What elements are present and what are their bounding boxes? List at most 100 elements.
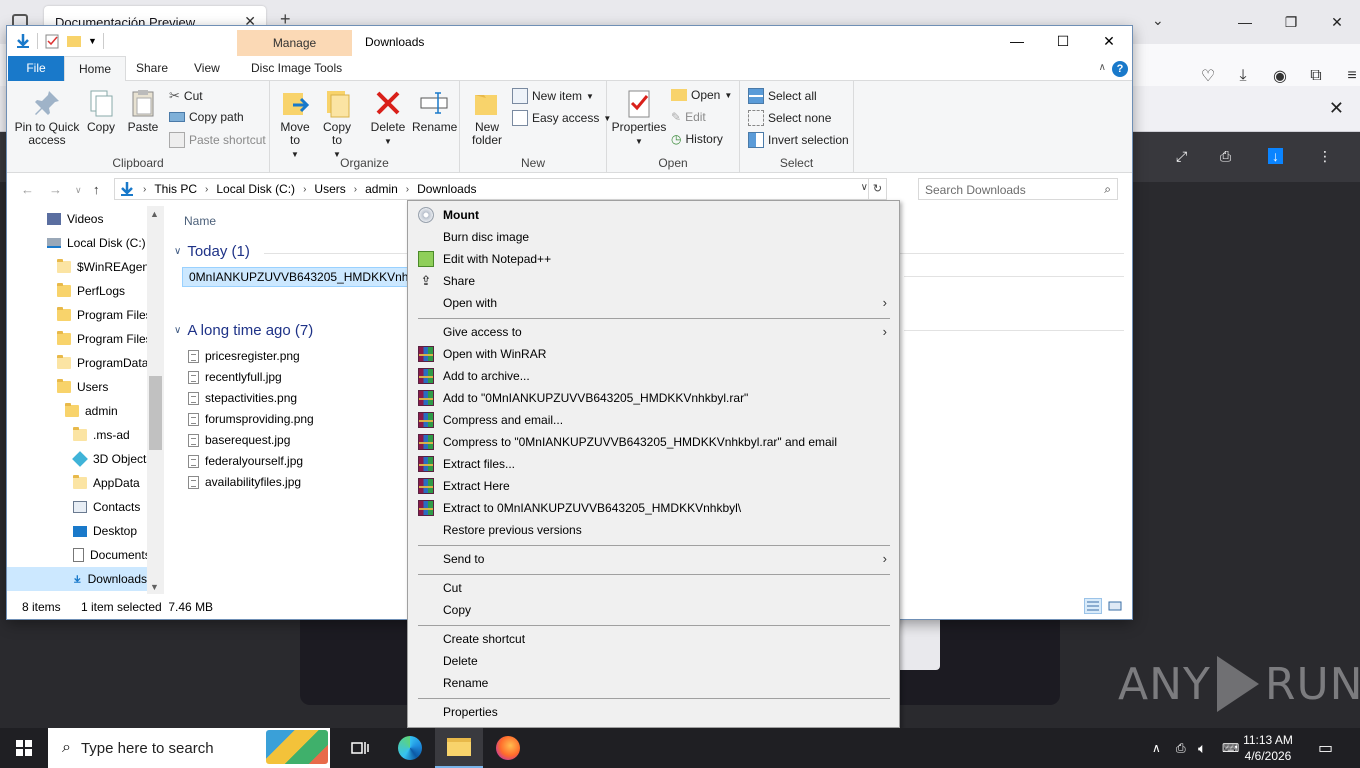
group-header-long-ago[interactable]: ∨ A long time ago (7) (174, 322, 313, 339)
close-icon[interactable]: ✕ (1329, 98, 1344, 119)
table-row[interactable]: recentlyfull.jpg (188, 367, 282, 387)
nav-item-users[interactable]: Users (57, 375, 108, 399)
nav-item-programdata[interactable]: ProgramData (57, 351, 148, 375)
history-button[interactable]: ◷ History (671, 132, 723, 146)
menu-item-compress-email[interactable]: Compress and email... (410, 409, 897, 431)
select-none-button[interactable]: Select none (748, 110, 831, 126)
large-icons-view-button[interactable] (1106, 598, 1124, 614)
paste-shortcut-button[interactable]: Paste shortcut (169, 132, 266, 148)
nav-item-downloads[interactable]: Downloads (7, 567, 147, 591)
help-icon[interactable]: ? (1112, 61, 1128, 77)
breadcrumb-local-disk[interactable]: Local Disk (C:) (216, 182, 295, 196)
column-header-name[interactable]: Name (184, 214, 216, 228)
table-row[interactable]: baserequest.jpg (188, 430, 290, 450)
more-icon[interactable]: ⋮ (1318, 148, 1332, 165)
print-icon[interactable]: ⎙ (1220, 148, 1231, 165)
menu-item-create-shortcut[interactable]: Create shortcut (410, 628, 897, 650)
properties-button[interactable]: Properties ▼ (611, 87, 667, 148)
minimize-button[interactable]: — (1222, 0, 1268, 44)
download-arrow-icon[interactable] (15, 33, 31, 49)
open-button[interactable]: Open ▼ (671, 88, 732, 102)
move-to-button[interactable]: Move to ▼ (278, 87, 312, 161)
menu-item-burn-disc-image[interactable]: Burn disc image (410, 226, 897, 248)
task-view-icon[interactable] (336, 728, 384, 768)
paste-button[interactable]: Paste (125, 87, 161, 134)
table-row[interactable]: stepactivities.png (188, 388, 297, 408)
new-folder-button[interactable]: New folder (468, 87, 506, 147)
breadcrumb-downloads[interactable]: Downloads (417, 182, 476, 196)
rename-button[interactable]: Rename (412, 87, 457, 134)
menu-item-rename[interactable]: Rename (410, 672, 897, 694)
cut-button[interactable]: ✂ Cut (169, 88, 203, 104)
tab-disc-image-tools[interactable]: Disc Image Tools (237, 56, 356, 81)
nav-item-appdata[interactable]: AppData (73, 471, 140, 495)
nav-item-3d-objects[interactable]: 3D Objects (72, 447, 152, 471)
menu-item-add-to-archive[interactable]: Add to archive... (410, 365, 897, 387)
nav-scrollbar[interactable]: ▲ ▼ (147, 206, 164, 594)
volume-icon[interactable]: 🔈︎ (1198, 728, 1206, 768)
nav-item-program-files[interactable]: Program Files (57, 303, 152, 327)
new-folder-icon[interactable] (66, 33, 82, 49)
firefox-icon[interactable] (484, 728, 532, 768)
close-button[interactable]: ✕ (1314, 0, 1360, 44)
menu-item-edit-notepad[interactable]: Edit with Notepad++ (410, 248, 897, 270)
table-row[interactable]: availabilityfiles.jpg (188, 472, 301, 492)
nav-item-contacts[interactable]: Contacts (73, 495, 140, 519)
invert-selection-button[interactable]: Invert selection (748, 132, 849, 148)
pin-to-quick-access-button[interactable]: Pin to Quick access (13, 87, 81, 147)
nav-item-admin[interactable]: admin (65, 399, 118, 423)
start-button[interactable] (0, 728, 48, 768)
table-row-selected[interactable]: 0MnIANKUPZUVVB643205_HMDKKVnhkbyl.iso (182, 267, 422, 287)
menu-item-compress-to-rar-email[interactable]: Compress to "0MnIANKUPZUVVB643205_HMDKKV… (410, 431, 897, 453)
menu-item-share[interactable]: ⇪ Share (410, 270, 897, 292)
menu-item-mount[interactable]: Mount (410, 204, 897, 226)
breadcrumb-users[interactable]: Users (314, 182, 345, 196)
menu-item-cut[interactable]: Cut (410, 577, 897, 599)
notifications-icon[interactable]: ▭ (1318, 728, 1333, 768)
back-icon[interactable]: ← (21, 182, 34, 197)
scroll-down-icon[interactable]: ▼ (150, 582, 159, 592)
forward-icon[interactable]: → (49, 182, 62, 197)
chevron-down-icon[interactable]: ⌄ (1152, 12, 1164, 29)
restore-button[interactable]: ❐ (1268, 0, 1314, 44)
nav-item-videos[interactable]: Videos (47, 207, 103, 231)
up-icon[interactable]: ↑ (93, 182, 100, 197)
menu-item-add-to-rar[interactable]: Add to "0MnIANKUPZUVVB643205_HMDKKVnhkby… (410, 387, 897, 409)
maximize-button[interactable]: ☐ (1040, 26, 1086, 56)
menu-item-restore-versions[interactable]: Restore previous versions (410, 519, 897, 541)
nav-item-perflogs[interactable]: PerfLogs (57, 279, 125, 303)
table-row[interactable]: pricesregister.png (188, 346, 300, 366)
expand-icon[interactable]: ⤢ (1176, 148, 1187, 165)
tab-file[interactable]: File (8, 56, 64, 81)
scroll-up-icon[interactable]: ▲ (150, 209, 159, 219)
tab-share[interactable]: Share (122, 56, 182, 81)
close-button[interactable]: ✕ (1086, 26, 1132, 56)
taskbar-search[interactable]: ⌕ Type here to search (48, 728, 330, 768)
manage-tab[interactable]: Manage (237, 30, 352, 56)
address-bar[interactable]: › This PC › Local Disk (C:) › Users › ad… (114, 178, 887, 200)
menu-item-properties[interactable]: Properties (410, 701, 897, 723)
edit-button[interactable]: ✎ Edit (671, 110, 706, 124)
chevron-up-icon[interactable]: ∧ (1152, 728, 1161, 768)
breadcrumb-this-pc[interactable]: This PC (154, 182, 197, 196)
minimize-button[interactable]: — (994, 26, 1040, 56)
breadcrumb-admin[interactable]: admin (365, 182, 398, 196)
nav-item-ms-ad[interactable]: .ms-ad (73, 423, 130, 447)
chevron-down-icon[interactable]: ∨ (861, 182, 868, 193)
table-row[interactable]: forumsproviding.png (188, 409, 314, 429)
save-icon[interactable]: ↓ (1268, 148, 1283, 164)
network-icon[interactable]: ⎙ (1176, 728, 1186, 768)
clock[interactable]: 11:13 AM 4/6/2026 (1236, 732, 1300, 764)
nav-item-winreagent[interactable]: $WinREAgent (57, 255, 152, 279)
menu-item-extract-files[interactable]: Extract files... (410, 453, 897, 475)
easy-access-button[interactable]: Easy access ▼ (512, 110, 611, 126)
menu-item-extract-here[interactable]: Extract Here (410, 475, 897, 497)
menu-item-open-winrar[interactable]: Open with WinRAR (410, 343, 897, 365)
select-all-button[interactable]: Select all (748, 88, 817, 104)
group-header-today[interactable]: ∨ Today (1) (174, 243, 250, 260)
search-input[interactable]: Search Downloads ⌕ (918, 178, 1118, 200)
menu-item-delete[interactable]: Delete (410, 650, 897, 672)
properties-icon[interactable] (44, 33, 60, 49)
copy-button[interactable]: Copy (83, 87, 119, 134)
nav-item-program-files-x86[interactable]: Program Files (57, 327, 152, 351)
